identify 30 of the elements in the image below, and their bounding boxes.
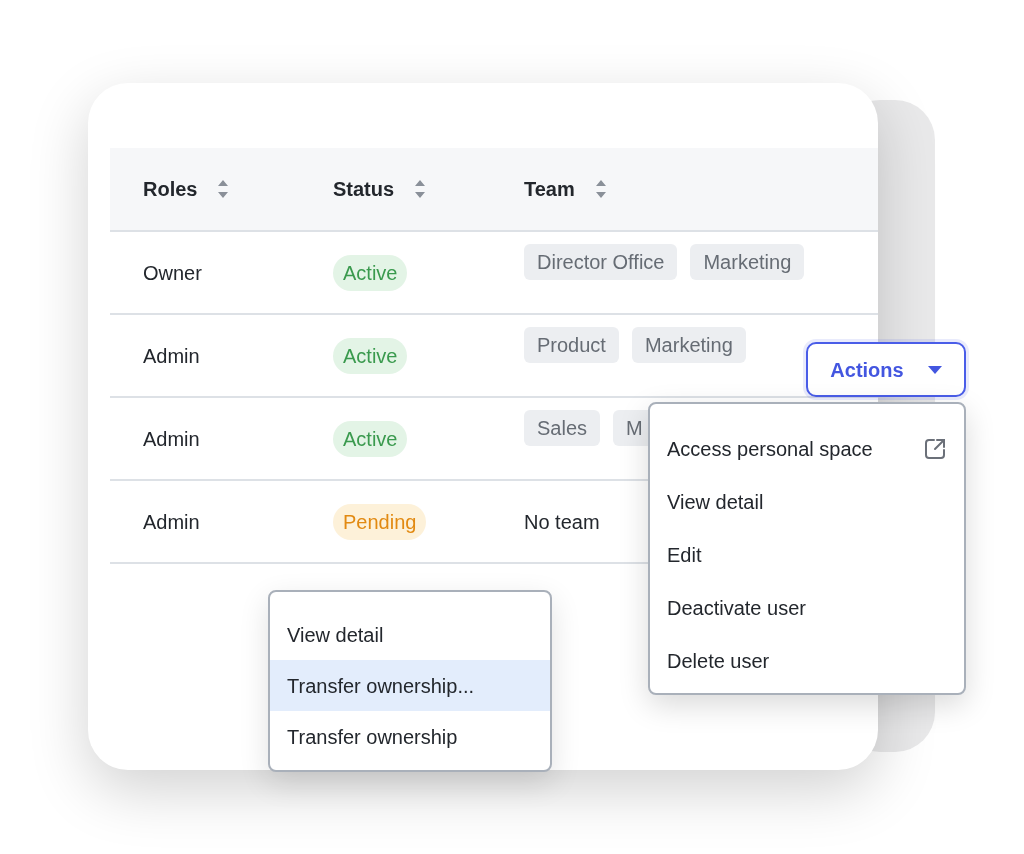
menu-item[interactable]: Edit	[650, 528, 964, 581]
team-tag: Marketing	[690, 244, 805, 280]
table-cell-text: Admin	[143, 343, 200, 369]
team-tag: Marketing	[631, 327, 746, 363]
table-cell-text: Admin	[143, 426, 200, 452]
menu-item[interactable]: Delete user	[650, 634, 964, 687]
status-badge: Active	[333, 254, 408, 291]
sort-icon[interactable]	[414, 178, 427, 200]
team-tag: Product	[524, 327, 619, 363]
caret-icon	[927, 365, 942, 374]
table-cell-text: Admin	[143, 509, 200, 535]
column-header: Status	[333, 177, 395, 202]
column-header: Roles	[143, 177, 198, 202]
menu-item[interactable]: Transfer ownership	[270, 711, 550, 762]
status-badge: Pending	[333, 503, 427, 540]
actions-button[interactable]: Actions	[806, 342, 966, 397]
menu-item[interactable]: View detail	[650, 475, 964, 528]
external-link-icon	[923, 436, 947, 461]
menu-item[interactable]: Deactivate user	[650, 581, 964, 634]
table-cell-text: Owner	[143, 260, 202, 286]
sort-icon[interactable]	[594, 178, 607, 200]
table-cell-text: No team	[524, 509, 600, 535]
status-badge: Active	[333, 337, 408, 374]
menu-item[interactable]: Transfer ownership...	[270, 660, 550, 711]
team-tag: Sales	[524, 410, 601, 446]
team-tag: Director Office	[524, 244, 678, 280]
column-header: Team	[524, 177, 575, 202]
status-badge: Active	[333, 420, 408, 457]
menu-item[interactable]: View detail	[270, 609, 550, 660]
sort-icon[interactable]	[217, 178, 230, 200]
